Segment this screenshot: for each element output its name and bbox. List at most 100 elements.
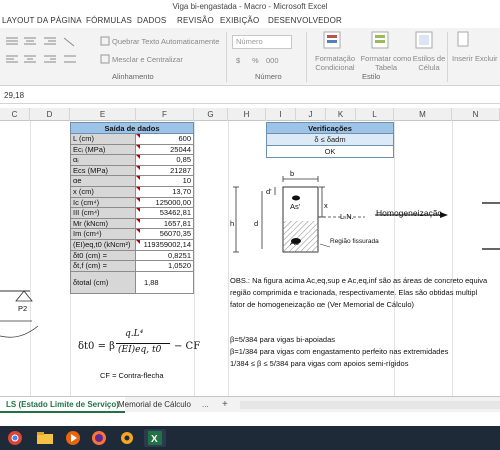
- tab-memorial[interactable]: Memorial de Cálculo: [112, 397, 197, 413]
- cell-styles-button[interactable]: Estilos de Célula: [412, 54, 446, 72]
- output-label[interactable]: x (cm): [70, 187, 136, 198]
- output-value[interactable]: 25044: [136, 144, 194, 156]
- output-label[interactable]: Ecs (MPa): [70, 165, 136, 177]
- beta-note: 1/384 ≤ β ≤ 5/384 para vigas com apoios …: [230, 359, 409, 368]
- output-value[interactable]: 10: [136, 176, 194, 187]
- output-label[interactable]: Ic (cm⁴): [70, 197, 136, 209]
- output-label[interactable]: Im (cm⁴): [70, 229, 136, 240]
- diagram-label-b: b: [290, 169, 295, 178]
- name-box[interactable]: 29,18: [4, 91, 24, 100]
- column-header[interactable]: F: [136, 108, 194, 121]
- formula-rhs: − CF: [174, 341, 201, 352]
- wrap-text-button[interactable]: Quebrar Texto Automaticamente: [112, 37, 219, 46]
- obs-note-line: OBS.: Na figura acima Ac,eq,sup e Ac,eq,…: [230, 276, 488, 285]
- settings-icon[interactable]: [116, 429, 138, 447]
- excel-icon[interactable]: X: [144, 429, 166, 447]
- column-header[interactable]: M: [394, 108, 452, 121]
- horizontal-scrollbar[interactable]: [240, 401, 500, 409]
- verification-condition[interactable]: δ ≤ δadm: [266, 134, 394, 146]
- output-label[interactable]: (EI)eq,t0 (kNcm²): [70, 240, 136, 251]
- folder-icon[interactable]: [34, 429, 56, 447]
- beta-note: β=1/384 para vigas com engastamento perf…: [230, 347, 449, 356]
- comment-indicator: [136, 197, 140, 202]
- contra-flecha-note: CF = Contra-flecha: [100, 371, 164, 380]
- output-value[interactable]: 13,70: [136, 187, 194, 198]
- column-header[interactable]: D: [30, 108, 70, 121]
- column-header[interactable]: N: [452, 108, 500, 121]
- column-header[interactable]: K: [326, 108, 356, 121]
- column-header[interactable]: J: [296, 108, 326, 121]
- tab-active-sheet[interactable]: LS (Estado Limite de Serviço): [0, 397, 125, 413]
- output-label[interactable]: δtotal (cm): [70, 271, 136, 294]
- comment-indicator: [136, 229, 140, 234]
- delete-button[interactable]: Excluir: [475, 54, 498, 63]
- thousands-icon[interactable]: 000: [266, 56, 279, 65]
- chrome-icon[interactable]: [4, 429, 26, 447]
- output-label[interactable]: III (cm⁴): [70, 208, 136, 219]
- diagram-label-cracked: Região fissurada: [330, 238, 379, 245]
- tab-more[interactable]: ...: [196, 397, 215, 413]
- menu-data[interactable]: DADOS: [137, 16, 166, 25]
- output-label[interactable]: δt0 (cm) =: [70, 250, 136, 262]
- verification-result[interactable]: OK: [266, 146, 394, 158]
- comment-indicator: [136, 134, 140, 138]
- output-value[interactable]: 1,88: [136, 271, 194, 294]
- menu-developer[interactable]: DESENVOLVEDOR: [268, 16, 342, 25]
- worksheet[interactable]: Saída de dados L (cm) 600 Ecᵢ (MPa) 2504…: [0, 121, 500, 396]
- title-bar: Viga bi-engastada - Macro - Microsoft Ex…: [0, 0, 500, 14]
- column-header[interactable]: E: [70, 108, 136, 121]
- output-label[interactable]: αᵢ: [70, 155, 136, 166]
- output-value[interactable]: 21287: [136, 165, 194, 177]
- wrap-merge-icons: [100, 36, 110, 64]
- menu-review[interactable]: REVISÃO: [177, 16, 214, 25]
- percent-icon[interactable]: %: [252, 56, 259, 65]
- merge-center-button[interactable]: Mesclar e Centralizar: [112, 55, 183, 64]
- output-value[interactable]: 1,0520: [136, 261, 194, 272]
- taskbar: X: [0, 426, 500, 450]
- column-header[interactable]: G: [194, 108, 228, 121]
- formula-fraction-bar: [116, 343, 170, 344]
- output-label[interactable]: δt,f (cm) =: [70, 261, 136, 272]
- output-table-header[interactable]: Saída de dados: [70, 122, 194, 134]
- diagram-label-as-prime: As': [290, 202, 301, 211]
- output-value[interactable]: 119359002,14: [136, 240, 194, 251]
- grid-line: [228, 121, 229, 396]
- output-value[interactable]: 1657,81: [136, 218, 194, 230]
- output-value[interactable]: 125000,00: [136, 197, 194, 209]
- column-header[interactable]: C: [0, 108, 30, 121]
- output-value[interactable]: 53462,81: [136, 208, 194, 219]
- add-sheet-button[interactable]: +: [216, 397, 234, 413]
- comment-indicator: [136, 176, 140, 181]
- output-value[interactable]: 600: [136, 134, 194, 145]
- comment-indicator: [136, 240, 140, 244]
- output-value[interactable]: 56070,35: [136, 229, 194, 240]
- output-label[interactable]: L (cm): [70, 134, 136, 145]
- column-header[interactable]: H: [228, 108, 266, 121]
- diagram-label-dprime: d': [266, 187, 272, 196]
- firefox-icon[interactable]: [88, 429, 110, 447]
- formula-bar: 29,18: [0, 88, 500, 104]
- output-label[interactable]: Mr (kNcm): [70, 218, 136, 230]
- number-format-select[interactable]: Número: [232, 35, 292, 49]
- column-header[interactable]: L: [356, 108, 394, 121]
- currency-icon[interactable]: $: [236, 56, 240, 65]
- sheet-tabs: LS (Estado Limite de Serviço) Memorial d…: [0, 396, 500, 413]
- output-label[interactable]: Ecᵢ (MPa): [70, 144, 136, 156]
- menu-formulas[interactable]: FÓRMULAS: [86, 16, 132, 25]
- alignment-icons[interactable]: [4, 34, 84, 68]
- obs-note-line: região comprimida e tracionada, respecti…: [230, 288, 478, 297]
- menu-page-layout[interactable]: LAYOUT DA PÁGINA: [2, 16, 82, 25]
- column-header[interactable]: I: [266, 108, 296, 121]
- svg-text:X: X: [151, 434, 158, 445]
- format-table-button[interactable]: Formatar como Tabela: [360, 54, 412, 72]
- conditional-format-button[interactable]: Formatação Condicional: [312, 54, 358, 72]
- output-value[interactable]: 0,8251: [136, 250, 194, 262]
- insert-button[interactable]: Inserir: [452, 54, 473, 63]
- verification-header[interactable]: Verificações: [266, 122, 394, 134]
- media-player-icon[interactable]: [62, 429, 84, 447]
- menu-view[interactable]: EXIBIÇÃO: [220, 16, 259, 25]
- group-style-label: Estilo: [362, 72, 381, 81]
- output-label[interactable]: αe: [70, 176, 136, 187]
- ribbon-separator: [447, 32, 448, 82]
- output-value[interactable]: 0,85: [136, 155, 194, 166]
